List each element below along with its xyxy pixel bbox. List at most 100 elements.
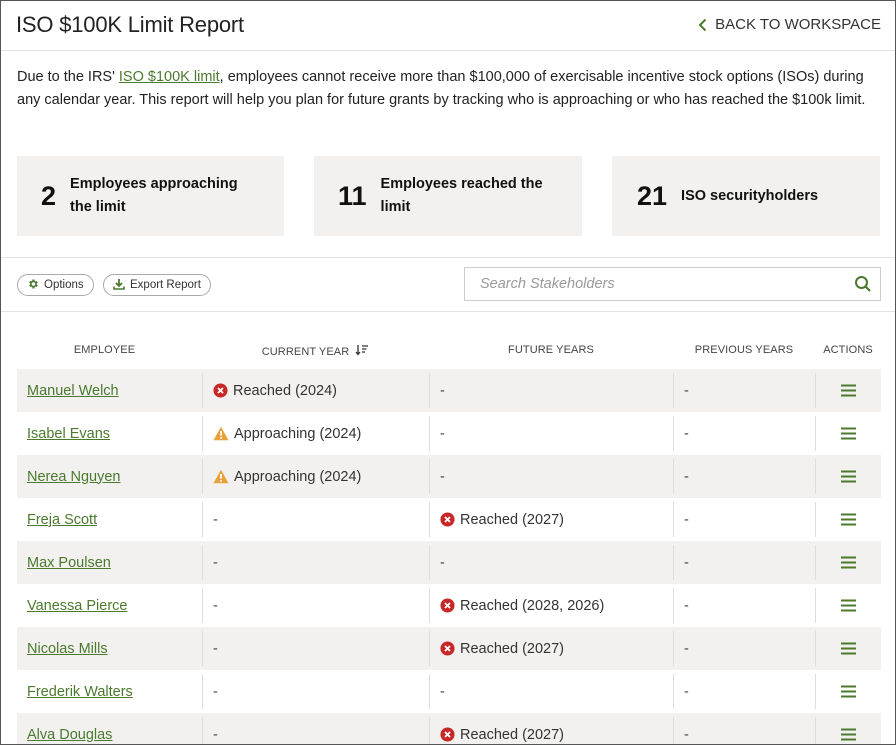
status-reached: Reached (2027): [440, 727, 564, 743]
employee-name-link[interactable]: Isabel Evans: [27, 426, 110, 442]
current-year-cell: -: [202, 502, 429, 537]
table-row: Nicolas Mills - Reached (2027) -: [17, 627, 881, 670]
current-year-cell: -: [202, 717, 429, 744]
row-actions-menu[interactable]: [815, 717, 881, 744]
back-to-workspace-link[interactable]: BACK TO WORKSPACE: [698, 16, 881, 33]
future-years-cell: Reached (2027): [429, 502, 673, 537]
table-row: Manuel Welch Reached (2024) - -: [17, 369, 881, 412]
empty-value: -: [213, 683, 218, 700]
download-icon: [113, 278, 125, 293]
row-actions-menu[interactable]: [815, 502, 881, 537]
hamburger-menu-icon[interactable]: [841, 556, 856, 569]
status-text: Approaching (2024): [234, 425, 362, 442]
empty-value: -: [684, 640, 689, 657]
employee-name-link[interactable]: Nicolas Mills: [27, 641, 108, 657]
chevron-left-icon: [698, 18, 707, 32]
empty-value: -: [440, 382, 445, 399]
row-actions-menu[interactable]: [815, 545, 881, 580]
stat-label: Employees reached the limit: [380, 176, 543, 215]
status-reached: Reached (2024): [213, 383, 337, 399]
status-approaching: Approaching (2024): [213, 426, 361, 442]
table-body: Manuel Welch Reached (2024) - - Isabel Evans…: [17, 369, 881, 744]
hamburger-menu-icon[interactable]: [841, 728, 856, 741]
hamburger-menu-icon[interactable]: [841, 599, 856, 612]
error-circle-icon: [213, 383, 228, 398]
error-circle-icon: [440, 727, 455, 742]
row-actions-menu[interactable]: [815, 631, 881, 666]
status-reached: Reached (2027): [440, 641, 564, 657]
employee-name-link[interactable]: Vanessa Pierce: [27, 598, 127, 614]
column-header-current-year[interactable]: CURRENT YEAR: [202, 344, 429, 359]
empty-value: -: [440, 683, 445, 700]
section-divider: [1, 257, 895, 258]
hamburger-menu-icon[interactable]: [841, 685, 856, 698]
empty-value: -: [213, 726, 218, 743]
iso-limit-link[interactable]: ISO $100K limit: [119, 69, 220, 85]
table-row: Frederik Walters - - -: [17, 670, 881, 713]
status-text: Reached (2024): [233, 382, 337, 399]
stat-number: 2: [41, 180, 57, 211]
current-year-cell: -: [202, 674, 429, 709]
row-actions-menu[interactable]: [815, 373, 881, 408]
empty-value: -: [684, 425, 689, 442]
column-header-actions: ACTIONS: [823, 344, 873, 356]
empty-value: -: [684, 554, 689, 571]
warning-triangle-icon: [213, 426, 229, 441]
hamburger-menu-icon[interactable]: [841, 427, 856, 440]
status-reached: Reached (2027): [440, 512, 564, 528]
previous-years-cell: -: [673, 545, 815, 580]
search-icon[interactable]: [846, 275, 880, 293]
employee-name-link[interactable]: Freja Scott: [27, 512, 97, 528]
table-row: Max Poulsen - - -: [17, 541, 881, 584]
status-approaching: Approaching (2024): [213, 469, 361, 485]
employee-name-link[interactable]: Max Poulsen: [27, 555, 111, 571]
error-circle-icon: [440, 641, 455, 656]
row-actions-menu[interactable]: [815, 459, 881, 494]
empty-value: -: [684, 683, 689, 700]
employee-cell: Frederik Walters: [27, 674, 133, 709]
back-to-workspace-label: BACK TO WORKSPACE: [715, 16, 881, 33]
row-actions-menu[interactable]: [815, 674, 881, 709]
status-text: Reached (2028, 2026): [460, 597, 605, 614]
current-year-cell: Approaching (2024): [202, 459, 429, 494]
export-report-label: Export Report: [130, 279, 201, 291]
employee-name-link[interactable]: Alva Douglas: [27, 727, 112, 743]
previous-years-cell: -: [673, 416, 815, 451]
current-year-cell: Approaching (2024): [202, 416, 429, 451]
employee-name-link[interactable]: Manuel Welch: [27, 383, 119, 399]
employee-cell: Alva Douglas: [27, 717, 112, 744]
column-header-future-years[interactable]: FUTURE YEARS: [429, 344, 673, 356]
current-year-cell: -: [202, 631, 429, 666]
employee-cell: Max Poulsen: [27, 545, 111, 580]
current-year-cell: -: [202, 588, 429, 623]
future-years-cell: Reached (2028, 2026): [429, 588, 673, 623]
hamburger-menu-icon[interactable]: [841, 642, 856, 655]
stat-number: 11: [338, 180, 367, 211]
table-header: EMPLOYEE CURRENT YEAR FUTURE YEARS PREVI…: [1, 341, 895, 361]
employee-name-link[interactable]: Frederik Walters: [27, 684, 133, 700]
status-text: Reached (2027): [460, 726, 564, 743]
options-label: Options: [44, 279, 84, 291]
employee-name-link[interactable]: Nerea Nguyen: [27, 469, 121, 485]
hamburger-menu-icon[interactable]: [841, 470, 856, 483]
employee-cell: Nicolas Mills: [27, 631, 108, 666]
table-row: Alva Douglas - Reached (2027) -: [17, 713, 881, 744]
stat-label: ISO securityholders: [681, 187, 819, 204]
row-actions-menu[interactable]: [815, 416, 881, 451]
sort-descending-icon[interactable]: [355, 344, 369, 359]
search-input[interactable]: [465, 268, 846, 300]
status-text: Reached (2027): [460, 511, 564, 528]
previous-years-cell: -: [673, 502, 815, 537]
export-report-button[interactable]: Export Report: [103, 274, 211, 296]
previous-years-cell: -: [673, 631, 815, 666]
row-actions-menu[interactable]: [815, 588, 881, 623]
empty-value: -: [684, 597, 689, 614]
toolbar-divider: [1, 311, 895, 312]
hamburger-menu-icon[interactable]: [841, 384, 856, 397]
column-header-employee[interactable]: EMPLOYEE: [17, 344, 192, 356]
previous-years-cell: -: [673, 373, 815, 408]
column-header-previous-years[interactable]: PREVIOUS YEARS: [673, 344, 815, 356]
gear-icon: [27, 278, 39, 293]
options-button[interactable]: Options: [17, 274, 94, 296]
hamburger-menu-icon[interactable]: [841, 513, 856, 526]
